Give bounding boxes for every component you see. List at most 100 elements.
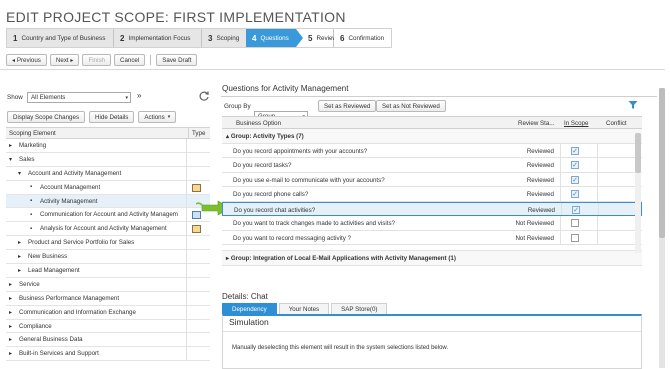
step-label: Questions [260,34,289,42]
review-status: Reviewed [526,176,554,184]
expand-arrow-icon[interactable]: ▸ [9,309,19,316]
tree-row-business-performance[interactable]: ▸ Business Performance Management [6,291,210,306]
type-cell [186,333,210,347]
set-not-reviewed-button[interactable]: Set as Not Reviewed [376,100,446,112]
group-label: Group: Activity Types (7) [230,133,304,140]
step-confirmation[interactable]: 6 Confirmation [334,29,391,47]
column-conflict[interactable]: Conflict [606,120,627,127]
tree-label: Communication and Information Exchange [19,308,136,316]
tree-row-marketing[interactable]: ▸ Marketing [6,139,210,153]
page-scrollbar-thumb[interactable] [659,88,665,238]
step-country[interactable]: 1 Country and Type of Business [7,29,114,47]
expand-arrow-icon[interactable]: ▸ [9,142,19,149]
hide-details-button[interactable]: Hide Details [89,111,135,123]
question-row[interactable]: Do you record phone calls? Reviewed ✓ [222,187,642,202]
in-scope-checkbox[interactable]: ✓ [571,175,579,184]
tree-row-lead-management[interactable]: ▸ Lead Management [6,264,210,278]
expand-arrow-icon[interactable]: ▸ [9,295,19,302]
collapse-panel-icon[interactable]: » [137,91,141,100]
expand-arrow-icon[interactable]: ▸ [9,350,19,357]
tree-row-communication[interactable]: ▪ Communication for Account and Activity … [6,208,210,223]
tree-label: New Business [28,253,68,261]
in-scope-checkbox[interactable]: ✓ [571,146,579,155]
refresh-icon[interactable] [198,90,210,102]
expand-arrow-icon[interactable]: ▸ [9,281,19,288]
tree-row-new-business[interactable]: ▸ New Business [6,250,210,265]
question-row[interactable]: Do you want to record messaging activity… [222,230,642,245]
question-row[interactable]: Do you record appointments with your acc… [222,143,642,158]
show-filter-select[interactable]: All Elements ▾ [27,92,131,103]
group-row-email-integration[interactable]: ▸ Group: Integration of Local E-Mail App… [222,251,642,266]
display-scope-changes-button[interactable]: Display Scope Changes [7,111,86,123]
business-topic-icon [192,183,201,192]
tab-your-notes[interactable]: Your Notes [278,303,330,314]
in-scope-checkbox[interactable]: ✓ [571,190,579,198]
type-cell [186,305,210,319]
tree-label: Account and Activity Management [28,169,122,177]
tree-label: Product and Service Portfolio for Sales [28,239,135,247]
tree-label: Analysis for Account and Activity Manage… [40,225,167,233]
leaf-bullet-icon: ▪ [30,211,33,218]
save-draft-button[interactable]: Save Draft [156,54,198,66]
step-scoping[interactable]: 3 Scoping [202,29,246,47]
tree-row-account-activity-management[interactable]: ▾ Account and Activity Management [6,166,210,181]
set-reviewed-button[interactable]: Set as Reviewed [318,100,377,112]
tree-label: Activity Management [40,197,98,205]
expand-arrow-icon[interactable]: ▸ [9,336,19,343]
expand-arrow-icon[interactable]: ▸ [18,267,28,274]
tree-label: Account Management [40,183,101,191]
previous-button[interactable]: ◂ Previous [6,54,47,66]
actions-menu-button[interactable]: Actions ▾ [138,111,177,123]
question-text: Do you record appointments with your acc… [233,147,368,155]
type-cell [186,277,210,291]
tree-row-activity-management[interactable]: ▪ Activity Management [6,194,210,209]
question-text: Do you want to track changes made to act… [233,220,395,227]
collapse-arrow-icon[interactable]: ▾ [18,170,28,177]
review-status: Not Reviewed [515,220,554,227]
tree-row-compliance[interactable]: ▸ Compliance [6,319,210,334]
tree-row-built-in-services[interactable]: ▸ Built-in Services and Support [6,347,210,362]
expand-arrow-icon[interactable]: ▸ [9,323,19,330]
question-row[interactable]: Do you want to track changes made to act… [222,216,642,231]
tab-dependency[interactable]: Dependency [222,303,277,314]
column-review-status[interactable]: Review Sta... [518,120,554,127]
tree-row-analysis[interactable]: ▪ Analysis for Account and Activity Manag… [6,222,210,237]
group-title: ▴ Group: Activity Types (7) [226,133,304,140]
leaf-bullet-icon: ▪ [30,225,33,232]
cancel-button[interactable]: Cancel [113,54,146,66]
tree-row-product-service-portfolio[interactable]: ▸ Product and Service Portfolio for Sales [6,236,210,251]
details-panel [222,314,642,369]
filter-icon[interactable] [628,100,638,110]
question-row-selected[interactable]: Do you record chat activities? Reviewed ✓ [222,201,642,216]
details-tabs: Dependency Your Notes SAP Store(0) [222,303,389,314]
tree-row-sales[interactable]: ▾ Sales [6,152,210,167]
type-cell [186,166,210,180]
grid-scrollbar-thumb[interactable] [635,133,641,173]
question-row[interactable]: Do you use e-mail to communicate with yo… [222,172,642,187]
questions-grid-header: Business Option Review Sta... In Scope C… [222,116,642,129]
column-in-scope[interactable]: In Scope [564,120,588,127]
next-button[interactable]: Next ▸ [49,54,80,66]
tab-sap-store[interactable]: SAP Store(0) [331,303,388,314]
in-scope-checkbox[interactable]: ✓ [572,205,580,214]
toolbar-divider [150,55,152,65]
tree-row-account-management[interactable]: ▪ Account Management [6,180,210,195]
tree-row-communication-information-exchange[interactable]: ▸ Communication and Information Exchange [6,305,210,320]
tree-label: General Business Data [19,336,83,344]
expand-arrow-icon[interactable]: ▸ [18,239,28,246]
in-scope-checkbox[interactable] [571,233,579,242]
step-questions[interactable]: 4 Questions [246,29,303,47]
question-row[interactable]: Do you record tasks? Reviewed ✓ [222,158,642,173]
step-implementation-focus[interactable]: 2 Implementation Focus [114,29,202,47]
tree-row-general-business-data[interactable]: ▸ General Business Data [6,333,210,348]
simulation-text: Manually deselecting this element will r… [232,345,449,351]
review-status: Reviewed [527,206,555,214]
expand-arrow-icon[interactable]: ▸ [18,253,28,260]
group-row-activity-types[interactable]: ▴ Group: Activity Types (7) [222,129,642,144]
collapse-arrow-icon[interactable]: ▾ [9,156,19,163]
in-scope-checkbox[interactable] [571,219,579,227]
tree-row-service[interactable]: ▸ Service [6,277,210,292]
finish-button[interactable]: Finish [82,54,111,66]
in-scope-checkbox[interactable]: ✓ [571,161,579,169]
type-cell [186,264,210,277]
